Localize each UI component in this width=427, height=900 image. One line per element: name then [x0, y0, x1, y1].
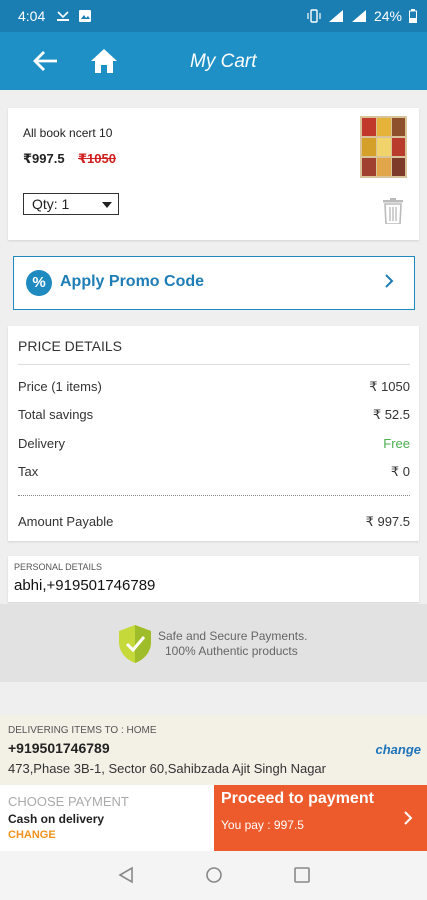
status-time: 4:04: [18, 8, 46, 24]
signal-icon-2: [351, 10, 366, 22]
promo-label: Apply Promo Code: [60, 273, 205, 290]
delivery-label: DELIVERING ITEMS TO : HOME: [8, 725, 157, 736]
amount-payable-row: Amount Payable ₹ 997.5: [18, 514, 410, 529]
delivery-address: 473,Phase 3B-1, Sector 60,Sahibzada Ajit…: [8, 761, 326, 776]
chevron-down-icon: [102, 202, 112, 208]
apply-promo-button[interactable]: % Apply Promo Code: [13, 256, 415, 310]
savings-row-label: Total savings: [18, 407, 94, 422]
book-thumbnail[interactable]: [360, 116, 407, 178]
cart-item-card: All book ncert 10 ₹997.5 ₹1050 Qty: 1: [8, 108, 419, 240]
quantity-value: Qty: 1: [32, 196, 70, 212]
trash-icon[interactable]: [383, 198, 403, 224]
payment-method: Cash on delivery: [8, 812, 105, 826]
savings-row-value: ₹ 52.5: [372, 407, 410, 422]
chevron-right-icon: [404, 811, 413, 825]
vibrate-icon: [307, 9, 321, 23]
nav-recents-icon[interactable]: [293, 866, 311, 884]
system-nav-bar: [0, 851, 427, 900]
divider: [18, 364, 410, 365]
proceed-title: Proceed to payment: [221, 790, 374, 807]
payment-method-panel: CHOOSE PAYMENT Cash on delivery CHANGE: [0, 785, 214, 851]
home-icon[interactable]: [90, 48, 118, 74]
back-arrow-icon[interactable]: [32, 49, 60, 73]
percent-icon: %: [26, 270, 52, 296]
secure-payments-banner: Safe and Secure Payments. 100% Authentic…: [0, 604, 427, 682]
personal-details-value: abhi,+919501746789: [14, 577, 156, 594]
secure-line-1: Safe and Secure Payments.: [158, 629, 308, 643]
delivery-address-panel: DELIVERING ITEMS TO : HOME +919501746789…: [0, 715, 427, 785]
battery-percent: 24%: [373, 8, 402, 24]
nav-home-icon[interactable]: [205, 866, 223, 884]
price-details-card: PRICE DETAILS Price (1 items) ₹ 1050 Tot…: [8, 326, 419, 541]
change-address-link[interactable]: change: [375, 742, 421, 757]
amount-payable-label: Amount Payable: [18, 514, 114, 529]
tax-row-value: ₹ 0: [390, 464, 410, 479]
item-title[interactable]: All book ncert 10: [23, 126, 112, 140]
signal-icon: [328, 10, 343, 22]
delivery-row: Delivery Free: [18, 436, 410, 451]
personal-details-card[interactable]: PERSONAL DETAILS abhi,+919501746789: [8, 556, 419, 602]
tax-row-label: Tax: [18, 464, 39, 479]
delivery-row-label: Delivery: [18, 436, 65, 451]
savings-row: Total savings ₹ 52.5: [18, 407, 410, 422]
app-bar: My Cart: [0, 32, 427, 90]
you-pay-amount: You pay : 997.5: [221, 818, 304, 832]
amount-payable-value: ₹ 997.5: [365, 514, 410, 529]
page-title: My Cart: [190, 51, 257, 72]
tax-row: Tax ₹ 0: [18, 464, 410, 479]
price-row-label: Price (1 items): [18, 379, 102, 394]
chevron-right-icon: [385, 274, 394, 288]
battery-icon: [409, 9, 417, 23]
dotted-divider: [18, 495, 410, 496]
item-price: ₹997.5: [23, 151, 65, 166]
price-row: Price (1 items) ₹ 1050: [18, 379, 410, 394]
price-row-value: ₹ 1050: [369, 379, 410, 394]
delivery-row-value: Free: [383, 436, 410, 451]
shield-check-icon: [119, 625, 151, 663]
image-icon: [79, 10, 91, 22]
price-details-heading: PRICE DETAILS: [18, 338, 122, 354]
choose-payment-label: CHOOSE PAYMENT: [8, 794, 129, 809]
personal-details-label: PERSONAL DETAILS: [14, 562, 103, 572]
missed-call-icon: [57, 11, 69, 21]
status-bar: 4:04 24%: [0, 0, 427, 32]
nav-back-icon[interactable]: [117, 866, 135, 884]
change-payment-link[interactable]: CHANGE: [8, 829, 56, 841]
item-original-price: ₹1050: [78, 151, 116, 166]
proceed-to-payment-button[interactable]: Proceed to payment You pay : 997.5: [214, 785, 427, 851]
secure-line-2: 100% Authentic products: [165, 644, 298, 658]
quantity-dropdown[interactable]: Qty: 1: [23, 193, 119, 215]
delivery-phone: +919501746789: [8, 740, 110, 756]
